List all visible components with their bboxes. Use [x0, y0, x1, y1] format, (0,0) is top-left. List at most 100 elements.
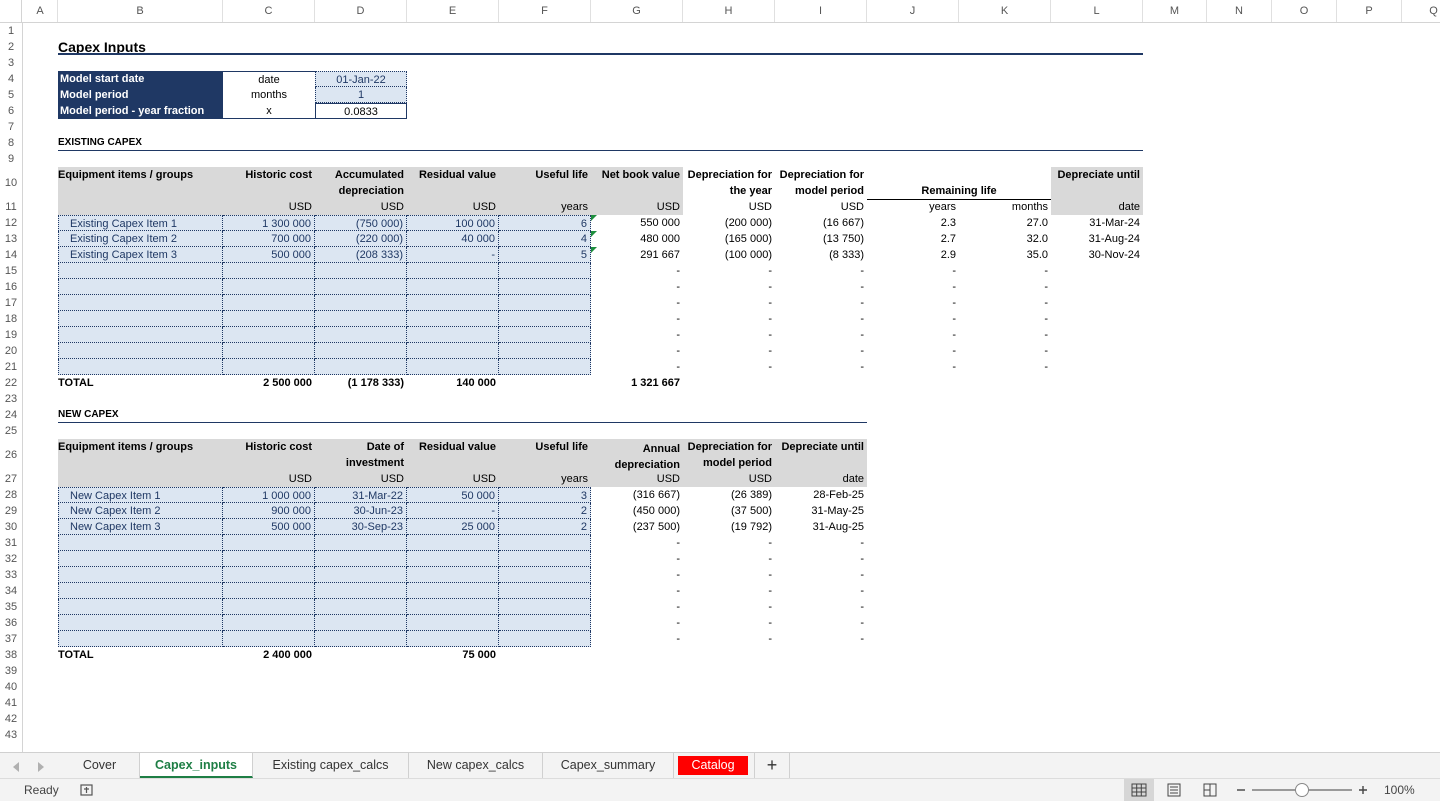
new-input-cell[interactable]: [407, 551, 499, 567]
new-item-name[interactable]: [58, 631, 223, 647]
new-input-cell[interactable]: [315, 631, 407, 647]
normal-view-icon[interactable]: [1124, 779, 1154, 801]
row-header-14[interactable]: 14: [0, 247, 22, 263]
existing-input-cell[interactable]: 4: [499, 231, 591, 247]
existing-input-cell[interactable]: [223, 327, 315, 343]
row-header-28[interactable]: 28: [0, 487, 22, 503]
row-header-4[interactable]: 4: [0, 71, 22, 87]
new-input-cell[interactable]: [499, 551, 591, 567]
existing-input-cell[interactable]: [223, 263, 315, 279]
sheet-tab-catalog[interactable]: Catalog: [678, 756, 748, 775]
column-header-q[interactable]: Q: [1402, 0, 1440, 22]
existing-item-name[interactable]: Existing Capex Item 3: [58, 247, 223, 263]
new-input-cell[interactable]: [499, 583, 591, 599]
existing-item-name[interactable]: [58, 327, 223, 343]
existing-item-name[interactable]: [58, 359, 223, 375]
row-header-24[interactable]: 24: [0, 407, 22, 423]
select-all-corner[interactable]: [0, 0, 22, 22]
new-input-cell[interactable]: [499, 615, 591, 631]
existing-input-cell[interactable]: [315, 295, 407, 311]
row-header-16[interactable]: 16: [0, 279, 22, 295]
column-header-p[interactable]: P: [1337, 0, 1402, 22]
existing-input-cell[interactable]: [223, 295, 315, 311]
new-input-cell[interactable]: [407, 567, 499, 583]
new-input-cell[interactable]: [499, 599, 591, 615]
row-header-11[interactable]: 11: [0, 199, 22, 215]
existing-input-cell[interactable]: [499, 327, 591, 343]
row-header-42[interactable]: 42: [0, 711, 22, 727]
sheet-tab-cover[interactable]: Cover: [60, 753, 140, 778]
new-input-cell[interactable]: [499, 631, 591, 647]
model-value[interactable]: 0.0833: [315, 103, 407, 119]
new-item-name[interactable]: [58, 567, 223, 583]
row-header-7[interactable]: 7: [0, 119, 22, 135]
existing-input-cell[interactable]: [499, 311, 591, 327]
column-header-e[interactable]: E: [407, 0, 499, 22]
new-input-cell[interactable]: [223, 615, 315, 631]
new-input-cell[interactable]: 31-Mar-22: [315, 487, 407, 503]
accessibility-icon[interactable]: [79, 783, 95, 800]
new-input-cell[interactable]: [407, 583, 499, 599]
existing-input-cell[interactable]: [407, 295, 499, 311]
new-input-cell[interactable]: [315, 599, 407, 615]
existing-input-cell[interactable]: [499, 359, 591, 375]
page-layout-icon[interactable]: [1166, 783, 1182, 800]
existing-input-cell[interactable]: [315, 359, 407, 375]
existing-input-cell[interactable]: [407, 279, 499, 295]
new-input-cell[interactable]: [223, 631, 315, 647]
row-header-13[interactable]: 13: [0, 231, 22, 247]
row-header-43[interactable]: 43: [0, 727, 22, 743]
row-header-22[interactable]: 22: [0, 375, 22, 391]
column-header-b[interactable]: B: [58, 0, 223, 22]
column-header-g[interactable]: G: [591, 0, 683, 22]
new-input-cell[interactable]: 3: [499, 487, 591, 503]
new-item-name[interactable]: [58, 615, 223, 631]
row-header-20[interactable]: 20: [0, 343, 22, 359]
row-header-30[interactable]: 30: [0, 519, 22, 535]
existing-input-cell[interactable]: [499, 279, 591, 295]
new-item-name[interactable]: New Capex Item 3: [58, 519, 223, 535]
zoom-level[interactable]: 100%: [1384, 783, 1415, 797]
row-header-29[interactable]: 29: [0, 503, 22, 519]
row-header-26[interactable]: 26: [0, 439, 22, 471]
existing-input-cell[interactable]: [223, 311, 315, 327]
existing-item-name[interactable]: [58, 279, 223, 295]
row-header-21[interactable]: 21: [0, 359, 22, 375]
row-header-2[interactable]: 2: [0, 39, 22, 55]
new-input-cell[interactable]: 1 000 000: [223, 487, 315, 503]
new-input-cell[interactable]: 30-Jun-23: [315, 503, 407, 519]
row-header-17[interactable]: 17: [0, 295, 22, 311]
new-input-cell[interactable]: [407, 615, 499, 631]
row-header-27[interactable]: 27: [0, 471, 22, 487]
new-input-cell[interactable]: 2: [499, 503, 591, 519]
row-header-18[interactable]: 18: [0, 311, 22, 327]
existing-input-cell[interactable]: [499, 343, 591, 359]
new-input-cell[interactable]: [407, 599, 499, 615]
column-header-k[interactable]: K: [959, 0, 1051, 22]
row-header-31[interactable]: 31: [0, 535, 22, 551]
row-header-23[interactable]: 23: [0, 391, 22, 407]
row-header-15[interactable]: 15: [0, 263, 22, 279]
existing-input-cell[interactable]: [315, 343, 407, 359]
new-item-name[interactable]: [58, 583, 223, 599]
next-sheet-icon[interactable]: [36, 760, 46, 778]
existing-input-cell[interactable]: [407, 327, 499, 343]
column-header-d[interactable]: D: [315, 0, 407, 22]
existing-input-cell[interactable]: [315, 279, 407, 295]
new-item-name[interactable]: [58, 551, 223, 567]
column-header-c[interactable]: C: [223, 0, 315, 22]
existing-input-cell[interactable]: [223, 359, 315, 375]
existing-input-cell[interactable]: 6: [499, 215, 591, 231]
column-header-i[interactable]: I: [775, 0, 867, 22]
existing-input-cell[interactable]: 40 000: [407, 231, 499, 247]
existing-input-cell[interactable]: [315, 263, 407, 279]
zoom-slider[interactable]: [1252, 783, 1352, 797]
existing-input-cell[interactable]: 700 000: [223, 231, 315, 247]
model-value[interactable]: 1: [315, 87, 407, 103]
worksheet-grid[interactable]: Capex Inputs Model start date date 01-Jan-2…: [23, 23, 1440, 752]
row-header-8[interactable]: 8: [0, 135, 22, 151]
existing-input-cell[interactable]: 1 300 000: [223, 215, 315, 231]
existing-item-name[interactable]: Existing Capex Item 1: [58, 215, 223, 231]
existing-item-name[interactable]: Existing Capex Item 2: [58, 231, 223, 247]
existing-input-cell[interactable]: -: [407, 247, 499, 263]
